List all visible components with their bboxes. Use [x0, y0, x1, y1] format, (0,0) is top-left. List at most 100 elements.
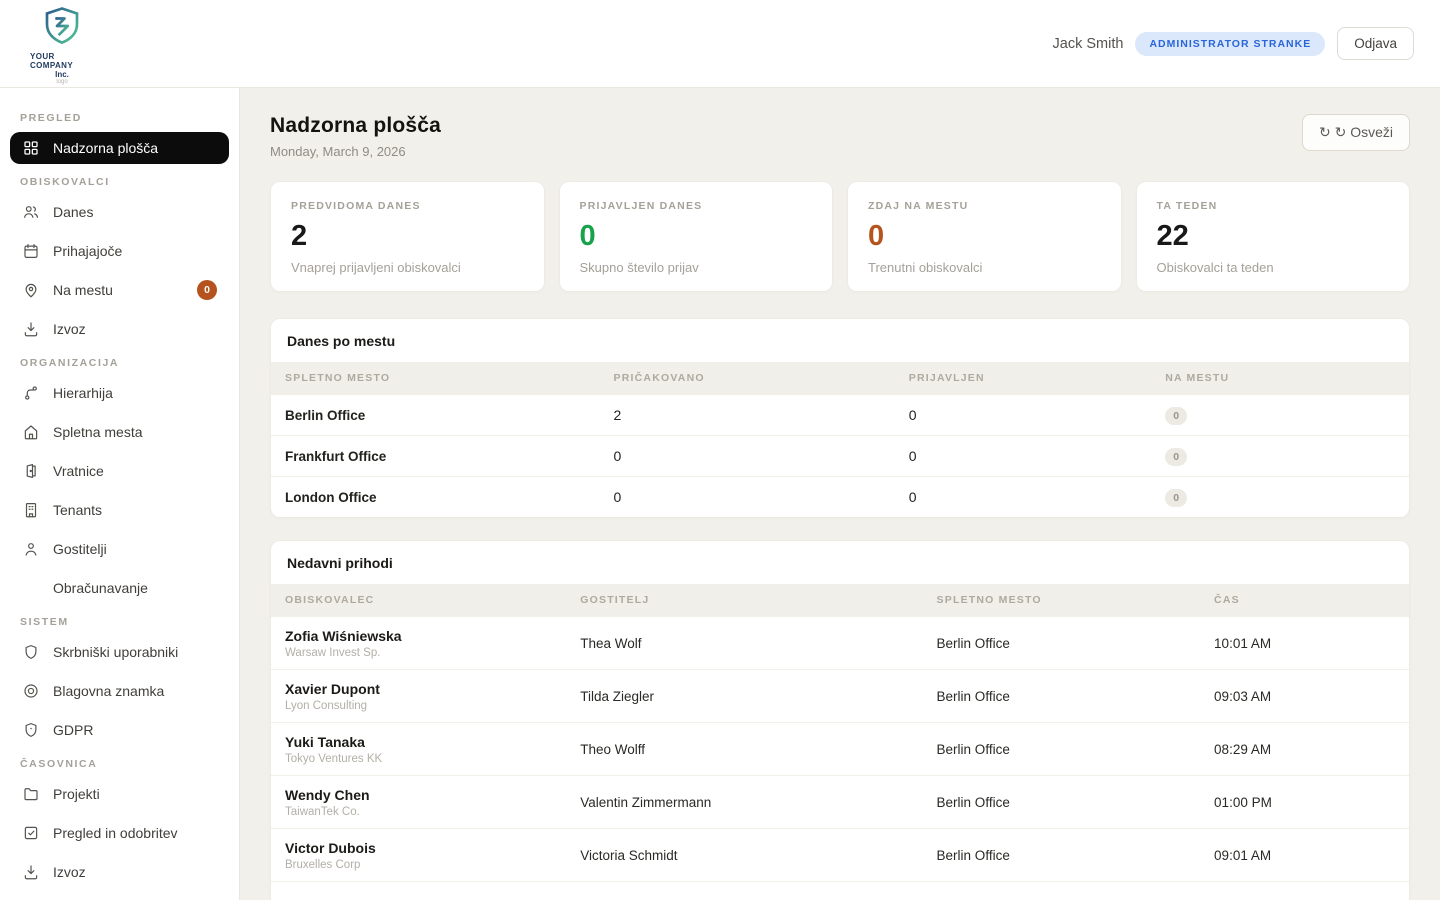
- map-pin-icon: [22, 281, 40, 299]
- sidebar-item-tenants[interactable]: Tenants: [10, 494, 229, 526]
- arrivals-table-header: OBISKOVALEC GOSTITELJ SPLETNO MESTO ČAS: [271, 584, 1409, 616]
- col-spletno-mesto: SPLETNO MESTO: [937, 594, 1215, 606]
- on-site-pill: 0: [1165, 407, 1187, 425]
- sidebar-item-pregled-in-odobritev[interactable]: Pregled in odobritev: [10, 817, 229, 849]
- today-by-site-title: Danes po mestu: [271, 319, 1409, 362]
- app-root: YOUR COMPANY Inc. logo Jack Smith ADMINI…: [0, 0, 1440, 900]
- sidebar-item-izvoz-obiskovalci[interactable]: Izvoz: [10, 313, 229, 345]
- page-title: Nadzorna plošča: [270, 114, 441, 138]
- building-icon: [22, 501, 40, 519]
- visitor-cell: Xavier Dupont Lyon Consulting: [285, 681, 580, 712]
- sidebar-item-skrbniski-uporabniki[interactable]: Skrbniški uporabniki: [10, 636, 229, 668]
- visitor-company: TaiwanTek Co.: [285, 806, 580, 818]
- table-row[interactable]: Uma Patel: [271, 881, 1409, 900]
- header-user-area: Jack Smith ADMINISTRATOR STRANKE Odjava: [1053, 27, 1414, 60]
- checked-in-count: 0: [909, 448, 1165, 464]
- table-row[interactable]: Xavier Dupont Lyon Consulting Tilda Zieg…: [271, 669, 1409, 722]
- sidebar-item-label: Na mestu: [53, 282, 113, 298]
- arrival-time: 10:01 AM: [1214, 636, 1395, 651]
- arrival-time: 08:29 AM: [1214, 742, 1395, 757]
- page-header: Nadzorna plošča Monday, March 9, 2026 ↻ …: [270, 114, 1410, 159]
- stat-value: 22: [1157, 220, 1390, 253]
- stat-label: PRIJAVLJEN DANES: [580, 200, 813, 212]
- col-gostitelj: GOSTITELJ: [580, 594, 936, 606]
- sidebar-item-gdpr[interactable]: GDPR: [10, 714, 229, 746]
- stat-cards-row: PREDVIDOMA DANES 2 Vnaprej prijavljeni o…: [270, 181, 1410, 292]
- table-row[interactable]: Frankfurt Office 0 0 0: [271, 435, 1409, 476]
- col-pricakovano: PRIČAKOVANO: [614, 372, 909, 384]
- arrival-time: 09:03 AM: [1214, 689, 1395, 704]
- host-name: Theo Wolff: [580, 742, 936, 757]
- sidebar-item-spletna-mesta[interactable]: Spletna mesta: [10, 416, 229, 448]
- refresh-icon: ↻ ↻: [1319, 124, 1346, 140]
- download-icon: [22, 863, 40, 881]
- sidebar-item-label: Tenants: [53, 502, 102, 518]
- sidebar-item-blagovna-znamka[interactable]: Blagovna znamka: [10, 675, 229, 707]
- sidebar-item-izvoz-casovnica[interactable]: Izvoz: [10, 856, 229, 888]
- site-table-header: SPLETNO MESTO PRIČAKOVANO PRIJAVLJEN NA …: [271, 362, 1409, 394]
- visitor-name: Xavier Dupont: [285, 681, 580, 697]
- sidebar-item-gostitelji[interactable]: Gostitelji: [10, 533, 229, 565]
- sidebar-item-obracunavanje[interactable]: Obračunavanje: [10, 572, 229, 604]
- table-row[interactable]: Yuki Tanaka Tokyo Ventures KK Theo Wolff…: [271, 722, 1409, 775]
- sidebar-item-label: Obračunavanje: [53, 580, 148, 596]
- shield-dot-icon: [22, 721, 40, 739]
- table-row[interactable]: Berlin Office 2 0 0: [271, 394, 1409, 435]
- expected-count: 0: [614, 448, 909, 464]
- site-name: Frankfurt Office: [285, 449, 614, 464]
- page-title-block: Nadzorna plošča Monday, March 9, 2026: [270, 114, 441, 159]
- arrival-time: 09:01 AM: [1214, 848, 1395, 863]
- stat-value: 2: [291, 220, 524, 253]
- visitor-cell: Yuki Tanaka Tokyo Ventures KK: [285, 734, 580, 765]
- sidebar-item-hierarhija[interactable]: Hierarhija: [10, 377, 229, 409]
- stat-label: PREDVIDOMA DANES: [291, 200, 524, 212]
- site-name: Berlin Office: [937, 848, 1215, 863]
- shield-icon: [22, 643, 40, 661]
- sidebar-section-pregled: Pregled: [20, 112, 219, 124]
- visitor-cell: Zofia Wiśniewska Warsaw Invest Sp.: [285, 628, 580, 659]
- sidebar-item-prihajajoce[interactable]: Prihajajoče: [10, 235, 229, 267]
- col-obiskovalec: OBISKOVALEC: [285, 594, 580, 606]
- today-by-site-card: Danes po mestu SPLETNO MESTO PRIČAKOVANO…: [270, 318, 1410, 518]
- host-name: Victoria Schmidt: [580, 848, 936, 863]
- table-row[interactable]: London Office 0 0 0: [271, 476, 1409, 517]
- sidebar-item-label: Spletna mesta: [53, 424, 143, 440]
- sidebar-item-label: Hierarhija: [53, 385, 113, 401]
- col-prijavljen: PRIJAVLJEN: [909, 372, 1165, 384]
- sidebar-item-label: Skrbniški uporabniki: [53, 644, 178, 660]
- visitor-cell: Victor Dubois Bruxelles Corp: [285, 840, 580, 871]
- role-badge: ADMINISTRATOR STRANKE: [1135, 32, 1325, 56]
- sidebar-item-projekti[interactable]: Projekti: [10, 778, 229, 810]
- stat-card-on-site-now: ZDAJ NA MESTU 0 Trenutni obiskovalci: [847, 181, 1122, 292]
- checked-in-count: 0: [909, 407, 1165, 423]
- refresh-button[interactable]: ↻ ↻ Osveži: [1302, 114, 1410, 151]
- sidebar-item-label: Gostitelji: [53, 541, 107, 557]
- sidebar-item-nadzorna-plosca[interactable]: Nadzorna plošča: [10, 132, 229, 164]
- table-row[interactable]: Wendy Chen TaiwanTek Co. Valentin Zimmer…: [271, 775, 1409, 828]
- col-spletno-mesto: SPLETNO MESTO: [285, 372, 614, 384]
- sidebar-item-na-mestu[interactable]: Na mestu 0: [10, 274, 229, 306]
- table-row[interactable]: Zofia Wiśniewska Warsaw Invest Sp. Thea …: [271, 616, 1409, 669]
- on-site-pill: 0: [1165, 448, 1187, 466]
- visitor-name: Victor Dubois: [285, 840, 580, 856]
- sidebar-item-vratnice[interactable]: Vratnice: [10, 455, 229, 487]
- top-header: YOUR COMPANY Inc. logo Jack Smith ADMINI…: [0, 0, 1440, 88]
- folder-icon: [22, 785, 40, 803]
- stat-caption: Vnaprej prijavljeni obiskovalci: [291, 260, 524, 275]
- visitor-name: Wendy Chen: [285, 787, 580, 803]
- gate-icon: [22, 462, 40, 480]
- home-icon: [22, 423, 40, 441]
- blank-icon: [22, 579, 40, 597]
- site-name: Berlin Office: [937, 795, 1215, 810]
- brand-sub: logo: [56, 79, 67, 85]
- logout-button[interactable]: Odjava: [1337, 27, 1414, 60]
- table-row[interactable]: Victor Dubois Bruxelles Corp Victoria Sc…: [271, 828, 1409, 881]
- sidebar-item-danes[interactable]: Danes: [10, 196, 229, 228]
- sidebar-item-label: Blagovna znamka: [53, 683, 164, 699]
- person-icon: [22, 540, 40, 558]
- user-name: Jack Smith: [1053, 36, 1124, 52]
- brand-inc: Inc.: [55, 70, 69, 79]
- on-site-cell: 0: [1165, 488, 1395, 507]
- visitor-name: Zofia Wiśniewska: [285, 628, 580, 644]
- sidebar-item-label: Projekti: [53, 786, 100, 802]
